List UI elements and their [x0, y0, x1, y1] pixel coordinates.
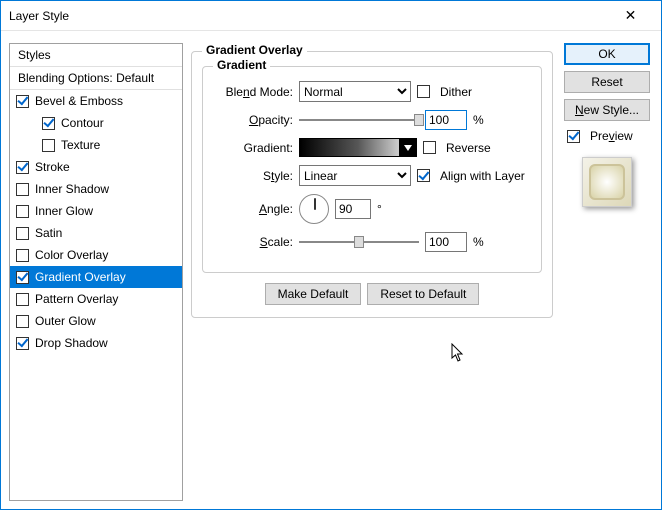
style-item-satin[interactable]: Satin [10, 222, 182, 244]
style-item-bevel-emboss[interactable]: Bevel & Emboss [10, 90, 182, 112]
style-item-label: Contour [61, 116, 104, 130]
scale-input[interactable] [425, 232, 467, 252]
style-item-label: Bevel & Emboss [35, 94, 123, 108]
style-item-gradient-overlay[interactable]: Gradient Overlay [10, 266, 182, 288]
checkbox-icon[interactable] [16, 183, 29, 196]
blending-options[interactable]: Blending Options: Default [10, 67, 182, 90]
style-item-outer-glow[interactable]: Outer Glow [10, 310, 182, 332]
style-item-label: Drop Shadow [35, 336, 108, 350]
opacity-unit: % [473, 113, 484, 127]
angle-input[interactable] [335, 199, 371, 219]
checkbox-icon[interactable] [42, 139, 55, 152]
settings-panel: Gradient Overlay Gradient Blend Mode: No… [191, 43, 553, 501]
group-title: Gradient Overlay [202, 43, 307, 57]
style-select[interactable]: Linear [299, 165, 411, 186]
cursor-icon [451, 343, 467, 363]
styles-list-panel: Styles Blending Options: Default Bevel &… [9, 43, 183, 501]
checkbox-icon[interactable] [16, 337, 29, 350]
ok-button[interactable]: OK [564, 43, 650, 65]
align-checkbox[interactable]: Align with Layer [417, 169, 525, 183]
reset-button[interactable]: Reset [564, 71, 650, 93]
checkbox-icon[interactable] [16, 205, 29, 218]
opacity-label: Opacity: [213, 113, 293, 127]
blend-mode-select[interactable]: Normal [299, 81, 411, 102]
style-label: Style: [213, 169, 293, 183]
opacity-slider[interactable] [299, 113, 419, 127]
scale-label: Scale: [213, 235, 293, 249]
checkbox-icon[interactable] [16, 315, 29, 328]
gradient-label: Gradient: [213, 141, 293, 155]
gradient-group: Gradient Blend Mode: Normal Dither Opaci… [202, 66, 542, 273]
section-title: Gradient [213, 58, 270, 72]
new-style-button[interactable]: New Style... [564, 99, 650, 121]
blend-mode-label: Blend Mode: [213, 85, 293, 99]
style-item-contour[interactable]: Contour [10, 112, 182, 134]
checkbox-icon[interactable] [42, 117, 55, 130]
style-item-inner-shadow[interactable]: Inner Shadow [10, 178, 182, 200]
gradient-picker[interactable] [299, 138, 417, 157]
checkbox-icon[interactable] [16, 293, 29, 306]
gradient-overlay-group: Gradient Overlay Gradient Blend Mode: No… [191, 51, 553, 318]
checkbox-icon[interactable] [16, 161, 29, 174]
close-icon[interactable]: ✕ [608, 1, 653, 30]
make-default-button[interactable]: Make Default [265, 283, 362, 305]
styles-header[interactable]: Styles [10, 44, 182, 67]
style-item-label: Outer Glow [35, 314, 96, 328]
checkbox-icon[interactable] [16, 271, 29, 284]
checkbox-icon[interactable] [16, 95, 29, 108]
angle-unit: ° [377, 202, 382, 216]
opacity-input[interactable] [425, 110, 467, 130]
style-item-label: Gradient Overlay [35, 270, 126, 284]
titlebar: Layer Style ✕ [1, 1, 661, 31]
window-title: Layer Style [9, 9, 608, 23]
dither-checkbox[interactable]: Dither [417, 85, 472, 99]
style-item-color-overlay[interactable]: Color Overlay [10, 244, 182, 266]
style-item-label: Satin [35, 226, 62, 240]
style-item-label: Pattern Overlay [35, 292, 118, 306]
dialog-body: Styles Blending Options: Default Bevel &… [1, 31, 661, 509]
scale-unit: % [473, 235, 484, 249]
reset-default-button[interactable]: Reset to Default [367, 283, 479, 305]
preview-thumbnail [582, 157, 632, 207]
style-item-drop-shadow[interactable]: Drop Shadow [10, 332, 182, 354]
angle-dial[interactable] [299, 194, 329, 224]
style-item-stroke[interactable]: Stroke [10, 156, 182, 178]
style-item-inner-glow[interactable]: Inner Glow [10, 200, 182, 222]
style-item-label: Color Overlay [35, 248, 108, 262]
style-item-label: Texture [61, 138, 100, 152]
style-item-label: Inner Glow [35, 204, 93, 218]
style-item-texture[interactable]: Texture [10, 134, 182, 156]
scale-slider[interactable] [299, 235, 419, 249]
reverse-checkbox[interactable]: Reverse [423, 141, 491, 155]
style-item-label: Inner Shadow [35, 182, 109, 196]
style-item-pattern-overlay[interactable]: Pattern Overlay [10, 288, 182, 310]
layer-style-window: Layer Style ✕ Styles Blending Options: D… [0, 0, 662, 510]
preview-checkbox[interactable]: Preview [567, 129, 633, 143]
checkbox-icon[interactable] [16, 227, 29, 240]
action-buttons: OK Reset New Style... Preview [561, 43, 653, 501]
checkbox-icon[interactable] [16, 249, 29, 262]
angle-label: Angle: [213, 202, 293, 216]
style-item-label: Stroke [35, 160, 70, 174]
